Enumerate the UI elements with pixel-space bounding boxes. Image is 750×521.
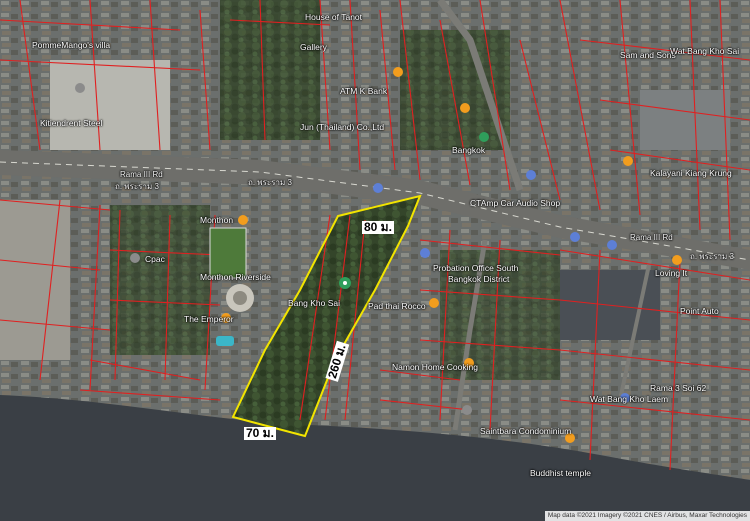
label-cpac: Cpac: [145, 254, 165, 264]
label-kasikorn: Kalayani Kiang Krung: [650, 168, 732, 178]
building-pin-icon: [462, 405, 472, 415]
road-label-rama3-right: Rama III Rd: [630, 233, 673, 242]
government-pin-icon: [420, 248, 430, 258]
label-pommemango: PommeMango's villa: [32, 40, 111, 50]
label-buddhist-temple: Buddhist temple: [530, 468, 591, 478]
label-monthon-riverside: Monthon Riverside: [200, 272, 271, 282]
label-pad-thai: Pad thai Rocco: [368, 301, 426, 311]
label-bangkok-district: Bangkok District: [448, 274, 510, 284]
dimension-bottom: 70 ม.: [244, 426, 276, 440]
label-atm-k-bank: ATM K Bank: [340, 86, 388, 96]
restaurant-pin-icon: [623, 156, 633, 166]
satellite-map[interactable]: [0, 0, 750, 521]
label-bangkok: Bangkok: [452, 145, 486, 155]
label-point-auto: Point Auto: [680, 306, 719, 316]
shop-pin-icon: [526, 170, 536, 180]
restaurant-pin-icon: [393, 67, 403, 77]
label-namon-cooking: Namon Home Cooking: [392, 362, 478, 372]
label-rama3-soi: Rama 3 Soi 62: [650, 383, 707, 393]
shop-pin-icon: [570, 232, 580, 242]
label-monthon: Monthon: [200, 215, 234, 225]
sports-field: [209, 227, 247, 279]
road-label-rama3-thai: ถ. พระราม 3: [115, 182, 159, 191]
vegetation-west: [110, 205, 210, 355]
restaurant-pin-icon: [429, 298, 439, 308]
label-loving-it: Loving It: [655, 268, 688, 278]
label-sam-and-sons: Sam and Sons: [620, 50, 676, 60]
warehouse-north-west: [50, 60, 170, 150]
place-pin-icon: [479, 132, 489, 142]
business-pin-icon: [130, 253, 140, 263]
road-label-rama3-thai-right: ถ. พระราม 3: [690, 252, 734, 261]
label-car-audio: CTAmp Car Audio Shop: [470, 198, 561, 208]
label-probation: Probation Office South: [433, 263, 519, 273]
restaurant-pin-icon: [238, 215, 248, 225]
label-wat-bang-sai: Wat Bang Kho Sai: [670, 46, 740, 56]
road-label-rama3: Rama III Rd: [120, 170, 163, 179]
transit-pin-icon: [373, 183, 383, 193]
label-wat-bang-kho: Wat Bang Kho Laem: [590, 394, 669, 404]
shop-pin-icon: [607, 240, 617, 250]
restaurant-pin-icon: [672, 255, 682, 265]
restaurant-pin-icon: [460, 103, 470, 113]
label-saintbara: Saintbara Condominium: [480, 426, 572, 436]
label-jun-thailand: Jun (Thailand) Co.,Ltd: [300, 122, 385, 132]
swimming-pool: [216, 336, 234, 346]
warehouse-north-east: [640, 90, 730, 150]
warehouse-west: [0, 200, 70, 360]
label-house-of-tanot: House of Tanot: [305, 12, 363, 22]
label-bang-kho-sai: Bang Kho Sai: [288, 298, 340, 308]
label-kitiendrent: Kitiendrent Steel: [40, 118, 103, 128]
vegetation-north-east: [400, 30, 510, 150]
road-label-rama3-thai-center: ถ. พระราม 3: [248, 178, 292, 187]
business-pin-icon: [75, 83, 85, 93]
map-attribution: Map data ©2021 Imagery ©2021 CNES / Airb…: [544, 511, 750, 521]
label-gallery: Gallery: [300, 42, 327, 52]
dimension-top: 80 ม.: [362, 220, 394, 234]
label-the-emperor: The Emperor: [184, 314, 234, 324]
